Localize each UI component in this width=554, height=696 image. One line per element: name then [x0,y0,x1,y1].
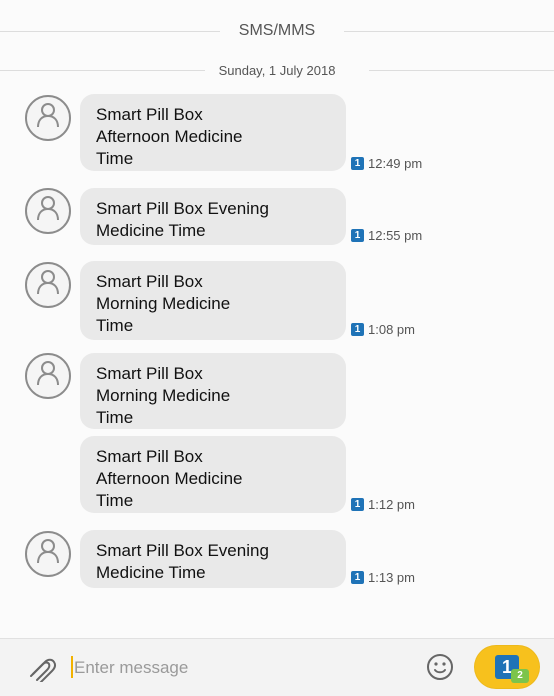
message-bubble[interactable]: Smart Pill Box Evening Medicine Time [80,188,346,245]
contact-avatar[interactable] [24,261,72,309]
contact-avatar[interactable] [24,187,72,235]
message-time: 12:49 pm [368,155,423,171]
paperclip-icon[interactable] [24,654,58,682]
channel-divider-line-right [344,31,554,32]
contact-avatar-icon [25,353,71,399]
message-input[interactable] [74,654,414,682]
channel-label: SMS/MMS [226,22,328,40]
message-bubble[interactable]: Smart Pill Box Morning Medicine Time [80,353,346,429]
contact-avatar[interactable] [24,94,72,142]
sim-badge: 1 [351,322,364,336]
contact-avatar-icon [25,262,71,308]
message-meta: 1 1:12 pm [351,495,415,513]
message-meta: 1 1:13 pm [351,568,415,586]
sim-send-icon: 1 2 [495,655,529,683]
message-thread-screen: SMS/MMS Sunday, 1 July 2018 Smart Pill B… [0,0,554,696]
contact-avatar-icon [25,531,71,577]
message-meta: 1 12:55 pm [351,226,422,244]
date-divider-line-right [369,70,554,71]
message-time: 1:13 pm [368,569,415,585]
message-composer: 1 2 [0,638,554,696]
date-label: Sunday, 1 July 2018 [206,62,348,78]
contact-avatar[interactable] [24,352,72,400]
sim-badge: 1 [351,228,364,242]
sim-badge: 1 [351,497,364,511]
sim-badge: 1 [351,156,364,170]
message-time: 12:55 pm [368,227,423,243]
message-bubble[interactable]: Smart Pill Box Afternoon Medicine Time [80,94,346,171]
message-bubble[interactable]: Smart Pill Box Evening Medicine Time [80,530,346,588]
channel-divider-line-left [0,31,220,32]
send-sim-sub-badge: 2 [511,669,529,683]
text-caret [71,656,73,678]
message-meta: 1 1:08 pm [351,320,415,338]
send-button[interactable]: 1 2 [474,645,540,689]
message-time: 1:12 pm [368,496,415,512]
contact-avatar-icon [25,188,71,234]
smiley-icon[interactable] [425,652,455,682]
contact-avatar-icon [25,95,71,141]
date-divider: Sunday, 1 July 2018 [0,59,554,81]
message-bubble[interactable]: Smart Pill Box Afternoon Medicine Time [80,436,346,513]
message-bubble[interactable]: Smart Pill Box Morning Medicine Time [80,261,346,340]
channel-divider: SMS/MMS [0,19,554,43]
contact-avatar[interactable] [24,530,72,578]
date-divider-line-left [0,70,205,71]
message-time: 1:08 pm [368,321,415,337]
message-meta: 1 12:49 pm [351,154,422,172]
sim-badge: 1 [351,570,364,584]
